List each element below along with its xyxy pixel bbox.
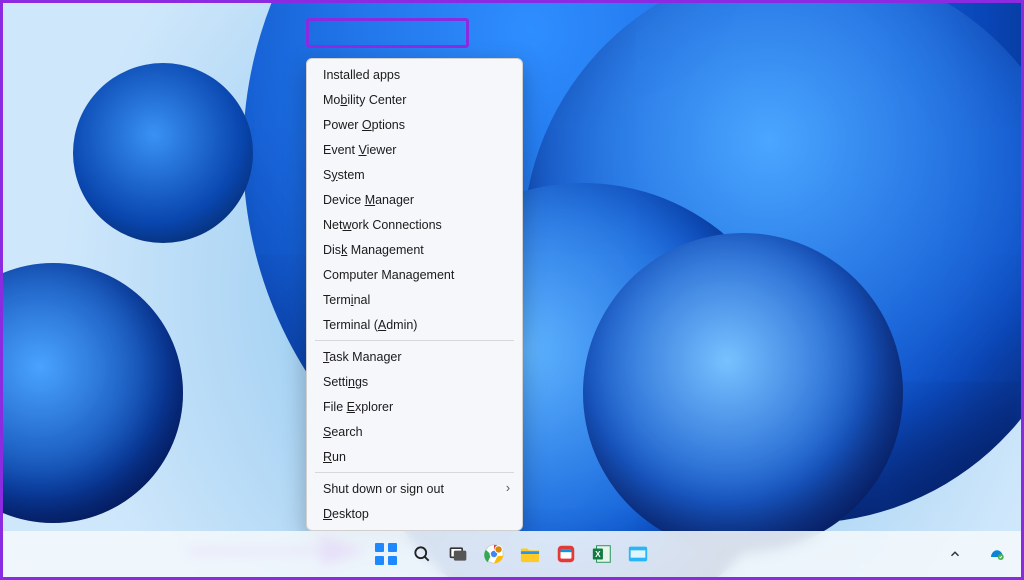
menu-item-search[interactable]: Search (307, 419, 522, 444)
menu-item-device-manager[interactable]: Device Manager (307, 187, 522, 212)
chrome-icon[interactable] (480, 540, 508, 568)
menu-item-task-manager[interactable]: Task Manager (307, 344, 522, 369)
menu-item-shut-down[interactable]: Shut down or sign out (307, 476, 522, 501)
menu-item-computer-management[interactable]: Computer Management (307, 262, 522, 287)
menu-item-installed-apps[interactable]: Installed apps (307, 62, 522, 87)
menu-item-mobility-center[interactable]: Mobility Center (307, 87, 522, 112)
menu-item-terminal-admin[interactable]: Terminal (Admin) (307, 312, 522, 337)
svg-text:X: X (595, 550, 601, 559)
taskbar: X (3, 531, 1021, 577)
winx-context-menu: Installed appsMobility CenterPower Optio… (306, 58, 523, 531)
menu-item-network-connections[interactable]: Network Connections (307, 212, 522, 237)
menu-item-terminal[interactable]: Terminal (307, 287, 522, 312)
menu-item-disk-management[interactable]: Disk Management (307, 237, 522, 262)
menu-item-system[interactable]: System (307, 162, 522, 187)
start-button[interactable] (372, 540, 400, 568)
menu-item-event-viewer[interactable]: Event Viewer (307, 137, 522, 162)
menu-item-settings[interactable]: Settings (307, 369, 522, 394)
menu-item-power-options[interactable]: Power Options (307, 112, 522, 137)
search-icon[interactable] (408, 540, 436, 568)
menu-item-desktop[interactable]: Desktop (307, 501, 522, 526)
excel-icon[interactable]: X (588, 540, 616, 568)
onedrive-sync-icon[interactable] (983, 540, 1011, 568)
menu-item-run[interactable]: Run (307, 444, 522, 469)
tray-overflow-icon[interactable] (941, 540, 969, 568)
file-explorer-icon[interactable] (516, 540, 544, 568)
edge-icon[interactable] (624, 540, 652, 568)
snipping-tool-icon[interactable] (552, 540, 580, 568)
task-view-icon[interactable] (444, 540, 472, 568)
menu-item-file-explorer[interactable]: File Explorer (307, 394, 522, 419)
